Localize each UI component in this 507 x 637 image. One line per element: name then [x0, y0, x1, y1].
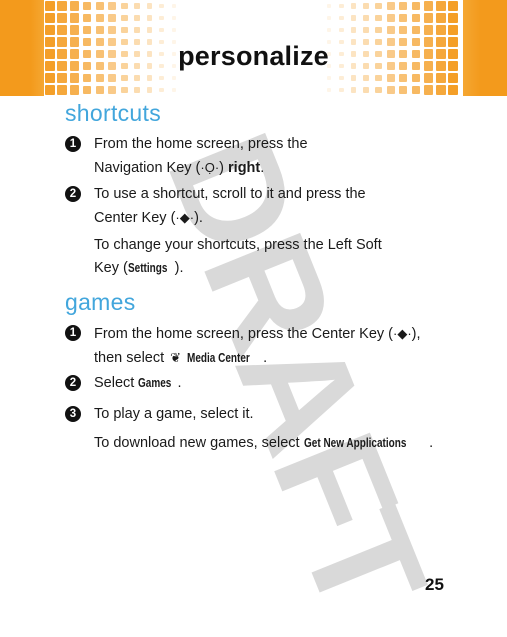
ui-term-media-center: Media Center: [187, 351, 250, 365]
step-text-line-1: From the home screen, press the Center K…: [94, 322, 495, 346]
games-step-1: 1 From the home screen, press the Center…: [65, 322, 495, 370]
shortcuts-step-1: 1 From the home screen, press the Naviga…: [65, 133, 495, 180]
text: Center Key (: [94, 210, 176, 226]
text: Select: [94, 375, 139, 391]
text: ).: [174, 260, 184, 276]
shortcuts-step-2: 2 To use a shortcut, scroll to it and pr…: [65, 183, 495, 230]
text: .: [263, 350, 268, 366]
center-key-icon: ·◆·: [393, 326, 412, 341]
step-text-line-1: From the home screen, press the: [94, 136, 308, 152]
step-text-line-2: Navigation Key (·Ọ·) right.: [94, 156, 495, 180]
games-step-2: 2 Select Games.: [65, 372, 495, 395]
text: Navigation Key (: [94, 160, 201, 176]
ui-term-settings: Settings: [127, 261, 168, 275]
section-heading-games: games: [65, 289, 136, 315]
step-text-line-1: To use a shortcut, scroll to it and pres…: [94, 186, 366, 202]
games-note: To download new games, select Get New Ap…: [94, 432, 494, 455]
media-center-icon: ❦: [170, 350, 182, 365]
step-number-badge: 2: [65, 375, 81, 391]
note-line-2: Key (Settings).: [94, 257, 494, 280]
text: then select: [94, 350, 169, 366]
page-number: 25: [425, 575, 444, 594]
step-number-badge: 1: [65, 136, 81, 152]
text: .: [429, 435, 434, 451]
text: .: [260, 160, 265, 176]
text: Key (: [94, 260, 128, 276]
text: To download new games, select: [94, 435, 304, 451]
text: ),: [411, 326, 421, 342]
ui-term-games: Games: [138, 376, 172, 390]
step-number-badge: 1: [65, 325, 81, 341]
step-text-line-2: then select ❦ Media Center.: [94, 346, 495, 370]
note-line-1: To change your shortcuts, press the Left…: [94, 237, 382, 253]
step-number-badge: 2: [65, 186, 81, 202]
navigation-key-icon: ·Ọ·: [200, 160, 220, 175]
step-text: To play a game, select it.: [94, 406, 254, 422]
games-step-3: 3 To play a game, select it.: [65, 403, 495, 426]
text: ).: [194, 210, 203, 226]
text: From the home screen, press the Center K…: [94, 326, 393, 342]
shortcuts-note: To change your shortcuts, press the Left…: [94, 234, 494, 280]
ui-term-get-new-applications: Get New Applications: [303, 436, 407, 450]
step-text: Select Games.: [94, 372, 495, 395]
step-text-line-2: Center Key (·◆·).: [94, 206, 495, 230]
text: ): [219, 160, 229, 176]
step-number-badge: 3: [65, 406, 81, 422]
section-heading-shortcuts: shortcuts: [65, 100, 162, 126]
page-content: shortcuts 1 From the home screen, press …: [0, 0, 507, 617]
text: .: [177, 375, 182, 391]
center-key-icon: ·◆·: [175, 210, 195, 225]
direction-right: right: [228, 160, 261, 176]
